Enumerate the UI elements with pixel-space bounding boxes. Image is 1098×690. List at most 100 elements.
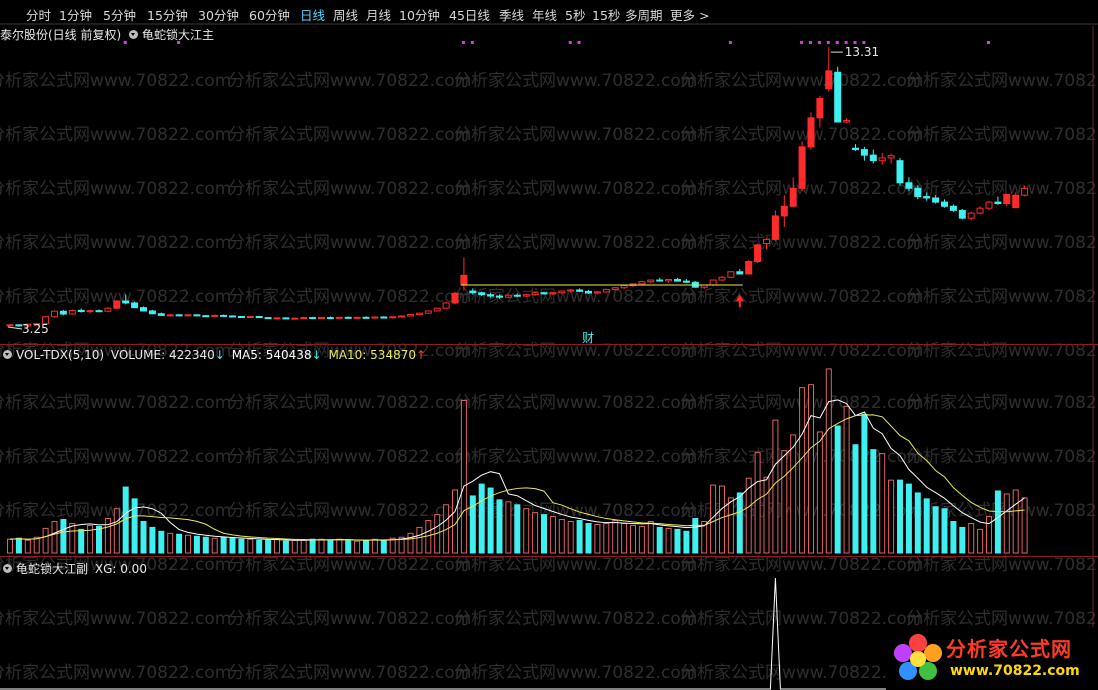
candle-body[interactable] bbox=[718, 276, 726, 281]
stock-label[interactable]: 泰尔股份(日线 前复权) bbox=[0, 28, 121, 42]
candle-body[interactable] bbox=[816, 97, 824, 119]
toolbar-item-5[interactable]: 60分钟 bbox=[249, 5, 290, 24]
volume-bar[interactable] bbox=[683, 530, 690, 554]
volume-bar[interactable] bbox=[229, 537, 236, 554]
candle-body[interactable] bbox=[318, 317, 325, 320]
volume-bar[interactable] bbox=[950, 521, 957, 554]
volume-bar[interactable] bbox=[371, 538, 378, 554]
volume-bar[interactable] bbox=[1003, 493, 1010, 554]
candle-body[interactable] bbox=[771, 215, 779, 240]
candle-body[interactable] bbox=[709, 279, 717, 286]
volume-bar[interactable] bbox=[558, 519, 565, 554]
chart-stage[interactable]: 分析家公式网www.70822.com 分析家公式网www.70822.com 分析… bbox=[0, 0, 1098, 690]
candle-body[interactable] bbox=[140, 307, 147, 312]
candle-body[interactable] bbox=[896, 160, 904, 184]
candle-body[interactable] bbox=[976, 207, 984, 214]
candle-body[interactable] bbox=[478, 292, 486, 296]
volume-bar[interactable] bbox=[523, 508, 530, 554]
volume-bar[interactable] bbox=[220, 536, 227, 554]
candle-body[interactable] bbox=[878, 157, 886, 162]
volume-bar[interactable] bbox=[336, 538, 343, 554]
volume-bar[interactable] bbox=[674, 528, 681, 554]
volume-bar[interactable] bbox=[211, 537, 218, 554]
candle-body[interactable] bbox=[335, 316, 343, 319]
volume-bar[interactable] bbox=[879, 453, 886, 554]
volume-bar[interactable] bbox=[630, 524, 636, 554]
candle-body[interactable] bbox=[6, 324, 14, 327]
candle-body[interactable] bbox=[638, 281, 646, 285]
toolbar-item-4[interactable]: 30分钟 bbox=[198, 5, 239, 24]
finance-marker-label[interactable]: 财 bbox=[582, 331, 594, 345]
candle-body[interactable] bbox=[220, 314, 228, 317]
candle-body[interactable] bbox=[469, 290, 477, 294]
volume-bar[interactable] bbox=[514, 504, 521, 554]
candle-body[interactable] bbox=[77, 309, 85, 313]
volume-bar[interactable] bbox=[576, 520, 583, 554]
volume-bar[interactable] bbox=[193, 535, 200, 554]
volume-bar[interactable] bbox=[478, 483, 485, 554]
volume-bar[interactable] bbox=[176, 533, 183, 554]
volume-bar[interactable] bbox=[808, 384, 814, 554]
candle-body[interactable] bbox=[682, 280, 690, 283]
volume-bar[interactable] bbox=[799, 387, 806, 554]
candle-body[interactable] bbox=[229, 315, 236, 318]
candle-body[interactable] bbox=[148, 310, 156, 315]
toolbar-item-13[interactable]: 5秒 bbox=[565, 5, 585, 24]
toolbar-item-10[interactable]: 45日线 bbox=[449, 5, 490, 24]
volume-bar[interactable] bbox=[870, 449, 877, 554]
candle-body[interactable] bbox=[736, 271, 744, 275]
candle-body[interactable] bbox=[923, 196, 931, 199]
candle-body[interactable] bbox=[255, 316, 263, 319]
candle-body[interactable] bbox=[184, 314, 192, 317]
candle-body[interactable] bbox=[941, 201, 948, 207]
volume-bar[interactable] bbox=[425, 520, 432, 554]
candle-body[interactable] bbox=[807, 117, 815, 148]
candle-body[interactable] bbox=[415, 312, 423, 316]
volume-bar[interactable] bbox=[78, 528, 85, 554]
toolbar-item-3[interactable]: 15分钟 bbox=[147, 5, 188, 24]
candle-body[interactable] bbox=[309, 317, 317, 320]
candle-body[interactable] bbox=[1003, 193, 1011, 204]
divider-volume-sub[interactable] bbox=[0, 556, 1098, 557]
candle-body[interactable] bbox=[576, 289, 584, 292]
candle-body[interactable] bbox=[362, 316, 370, 319]
candle-body[interactable] bbox=[86, 310, 94, 313]
main-indicator-label[interactable]: 龟蛇锁大江主 bbox=[142, 28, 214, 42]
volume-bar[interactable] bbox=[647, 521, 654, 554]
volume-bar[interactable] bbox=[505, 501, 512, 554]
candle-body[interactable] bbox=[122, 300, 130, 304]
toolbar-item-8[interactable]: 月线 bbox=[366, 5, 391, 24]
candle-body[interactable] bbox=[549, 292, 557, 295]
candle-body[interactable] bbox=[95, 310, 103, 313]
volume-bar[interactable] bbox=[905, 483, 912, 554]
volume-bar[interactable] bbox=[665, 527, 672, 554]
volume-bar[interactable] bbox=[416, 526, 423, 554]
volume-bar[interactable] bbox=[932, 506, 939, 554]
volume-bar[interactable] bbox=[754, 452, 761, 554]
volume-bar[interactable] bbox=[282, 540, 289, 554]
candle-body[interactable] bbox=[780, 205, 788, 217]
volume-bar[interactable] bbox=[158, 530, 165, 554]
volume-bar[interactable] bbox=[113, 508, 120, 554]
candle-body[interactable] bbox=[949, 205, 957, 211]
volume-bar[interactable] bbox=[727, 497, 734, 554]
volume-bar[interactable] bbox=[140, 521, 147, 554]
toolbar-item-2[interactable]: 5分钟 bbox=[103, 5, 136, 24]
volume-bar[interactable] bbox=[60, 519, 67, 554]
candle-body[interactable] bbox=[487, 294, 495, 297]
candle-body[interactable] bbox=[398, 315, 406, 318]
candle-body[interactable] bbox=[1021, 187, 1029, 196]
volume-bar[interactable] bbox=[888, 479, 895, 554]
candle-body[interactable] bbox=[602, 288, 610, 293]
volume-bar[interactable] bbox=[638, 525, 645, 554]
candle-body[interactable] bbox=[211, 314, 219, 317]
candle-body[interactable] bbox=[273, 317, 281, 320]
dropdown-icon[interactable] bbox=[3, 350, 12, 359]
volume-bar[interactable] bbox=[549, 516, 556, 554]
volume-bar[interactable] bbox=[7, 538, 13, 554]
volume-bar[interactable] bbox=[736, 492, 743, 554]
volume-bar[interactable] bbox=[541, 514, 547, 554]
volume-bar[interactable] bbox=[994, 490, 1001, 554]
candle-body[interactable] bbox=[451, 292, 459, 304]
candle-body[interactable] bbox=[852, 147, 859, 151]
